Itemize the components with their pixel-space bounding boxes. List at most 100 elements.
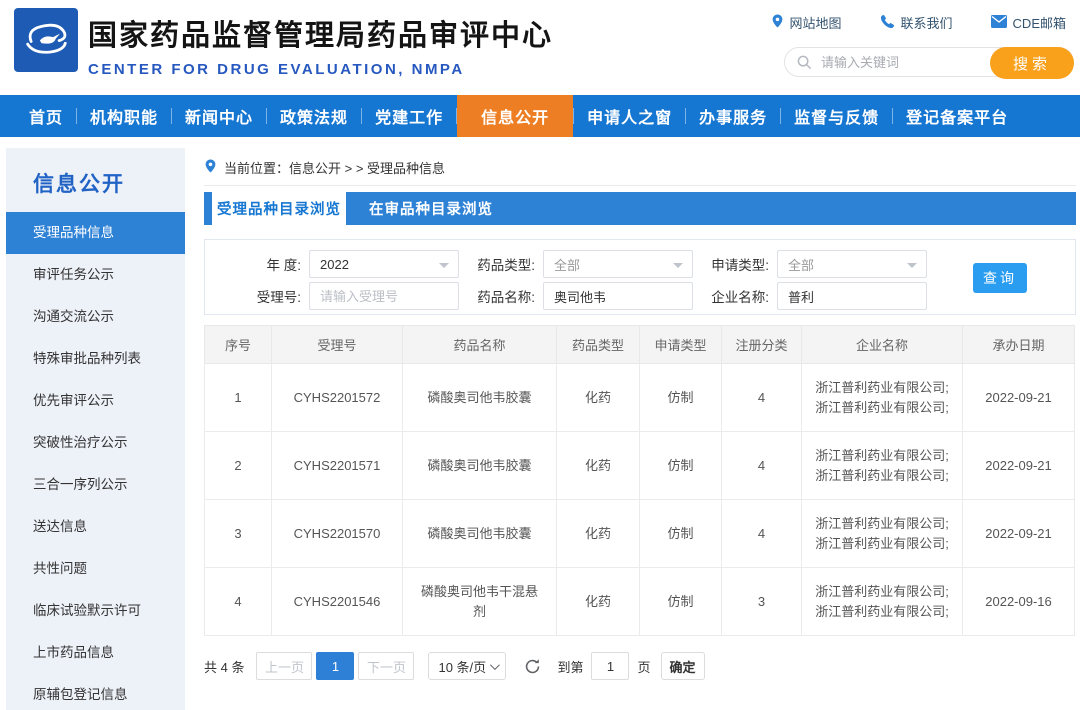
- sidebar-item-common-issues[interactable]: 共性问题: [6, 548, 185, 590]
- nav-item-applicant-window[interactable]: 申请人之窗: [574, 95, 685, 137]
- col-header-registration-class: 注册分类: [722, 326, 802, 364]
- cell-company: 浙江普利药业有限公司;浙江普利药业有限公司;: [802, 500, 963, 568]
- breadcrumb-divider: [204, 185, 1076, 186]
- cell-date: 2022-09-21: [963, 364, 1075, 432]
- cell-drug-name: 磷酸奥司他韦胶囊: [403, 364, 557, 432]
- nav-item-home[interactable]: 首页: [16, 95, 76, 137]
- drug-type-select[interactable]: 全部: [543, 250, 693, 278]
- cell-drug-name: 磷酸奥司他韦胶囊: [403, 432, 557, 500]
- cell-acceptance-no: CYHS2201572: [272, 364, 403, 432]
- prev-page-button[interactable]: 上一页: [256, 652, 312, 680]
- goto-page-label: 到第: [557, 657, 583, 676]
- sidebar-item-api-excipient-registration[interactable]: 原辅包登记信息: [6, 674, 185, 710]
- nav-item-party[interactable]: 党建工作: [362, 95, 456, 137]
- sidebar-item-breakthrough-therapy[interactable]: 突破性治疗公示: [6, 422, 185, 464]
- cell-drug-type: 化药: [557, 568, 640, 636]
- tab-accepted-catalog[interactable]: 受理品种目录浏览: [212, 192, 346, 225]
- refresh-icon[interactable]: [524, 658, 541, 675]
- cell-acceptance-no: CYHS2201546: [272, 568, 403, 636]
- col-header-index: 序号: [205, 326, 272, 364]
- drug-name-input[interactable]: [554, 289, 682, 304]
- contact-link[interactable]: 联系我们: [880, 13, 953, 32]
- company-field: [777, 282, 927, 310]
- total-count: 共 4 条: [204, 657, 244, 676]
- phone-icon: [880, 14, 895, 32]
- site-title-block: 国家药品监督管理局药品审评中心 CENTER FOR DRUG EVALUATI…: [88, 12, 553, 78]
- sidebar-item-delivery-info[interactable]: 送达信息: [6, 506, 185, 548]
- site-subtitle: CENTER FOR DRUG EVALUATION, NMPA: [88, 61, 553, 78]
- sitemap-label: 网站地图: [790, 13, 842, 32]
- cell-company: 浙江普利药业有限公司;浙江普利药业有限公司;: [802, 364, 963, 432]
- col-header-date: 承办日期: [963, 326, 1075, 364]
- nav-item-functions[interactable]: 机构职能: [77, 95, 171, 137]
- mailbox-label: CDE邮箱: [1013, 13, 1066, 32]
- chevron-down-icon: [673, 263, 683, 268]
- sidebar-title: 信息公开: [6, 148, 185, 212]
- site-header: 国家药品监督管理局药品审评中心 CENTER FOR DRUG EVALUATI…: [0, 0, 1080, 95]
- table-header-row: 序号 受理号 药品名称 药品类型 申请类型 注册分类 企业名称 承办日期: [205, 326, 1075, 364]
- chevron-down-icon: [907, 263, 917, 268]
- mailbox-link[interactable]: CDE邮箱: [991, 13, 1066, 32]
- drug-type-label: 药品类型:: [465, 254, 535, 274]
- main-content: 当前位置：信息公开 > > 受理品种信息 受理品种目录浏览 在审品种目录浏览 年…: [204, 148, 1076, 680]
- breadcrumb: 当前位置：信息公开 > > 受理品种信息: [204, 148, 1076, 177]
- sidebar-item-three-in-one[interactable]: 三合一序列公示: [6, 464, 185, 506]
- nav-item-registration-platform[interactable]: 登记备案平台: [893, 95, 1021, 137]
- confirm-button[interactable]: 确定: [661, 652, 705, 680]
- drug-name-field: [543, 282, 693, 310]
- cell-registration-class: 3: [722, 568, 802, 636]
- cell-drug-type: 化药: [557, 364, 640, 432]
- table-row: 3 CYHS2201570 磷酸奥司他韦胶囊 化药 仿制 4 浙江普利药业有限公…: [205, 500, 1075, 568]
- year-select[interactable]: 2022: [309, 250, 459, 278]
- company-input[interactable]: [788, 289, 916, 304]
- drug-name-label: 药品名称:: [465, 286, 535, 306]
- chevron-down-icon: [490, 660, 500, 670]
- page-number-1[interactable]: 1: [316, 652, 354, 680]
- nav-item-services[interactable]: 办事服务: [686, 95, 780, 137]
- tab-under-review-catalog[interactable]: 在审品种目录浏览: [346, 192, 516, 225]
- nav-item-info-disclosure[interactable]: 信息公开: [457, 95, 573, 137]
- sidebar-item-marketed-drugs[interactable]: 上市药品信息: [6, 632, 185, 674]
- sidebar: 信息公开 受理品种信息 审评任务公示 沟通交流公示 特殊审批品种列表 优先审评公…: [6, 148, 185, 710]
- page-size-select[interactable]: 10 条/页: [428, 652, 506, 680]
- acceptance-no-input[interactable]: [320, 289, 448, 304]
- cell-apply-type: 仿制: [640, 432, 722, 500]
- next-page-button[interactable]: 下一页: [358, 652, 414, 680]
- acceptance-no-field: [309, 282, 459, 310]
- sidebar-item-review-tasks[interactable]: 审评任务公示: [6, 254, 185, 296]
- nav-item-news[interactable]: 新闻中心: [172, 95, 266, 137]
- apply-type-select[interactable]: 全部: [777, 250, 927, 278]
- search-button[interactable]: 搜索: [990, 47, 1074, 79]
- cell-date: 2022-09-21: [963, 500, 1075, 568]
- sitemap-link[interactable]: 网站地图: [771, 13, 842, 32]
- chevron-down-icon: [439, 263, 449, 268]
- query-button[interactable]: 查询: [973, 263, 1027, 293]
- location-pin-icon: [204, 158, 217, 177]
- goto-page-input[interactable]: [591, 652, 629, 680]
- drug-type-value: 全部: [554, 255, 580, 274]
- cell-date: 2022-09-16: [963, 568, 1075, 636]
- nav-item-supervision[interactable]: 监督与反馈: [781, 95, 892, 137]
- cell-company: 浙江普利药业有限公司;浙江普利药业有限公司;: [802, 432, 963, 500]
- breadcrumb-text: 当前位置：信息公开 > > 受理品种信息: [224, 158, 445, 177]
- site-title: 国家药品监督管理局药品审评中心: [88, 12, 553, 54]
- search-input[interactable]: [821, 48, 981, 76]
- sidebar-item-accepted-varieties[interactable]: 受理品种信息: [6, 212, 185, 254]
- sidebar-item-special-approval[interactable]: 特殊审批品种列表: [6, 338, 185, 380]
- sidebar-item-priority-review[interactable]: 优先审评公示: [6, 380, 185, 422]
- cell-apply-type: 仿制: [640, 568, 722, 636]
- cell-drug-name: 磷酸奥司他韦胶囊: [403, 500, 557, 568]
- sidebar-item-clinical-trial-implied-license[interactable]: 临床试验默示许可: [6, 590, 185, 632]
- col-header-apply-type: 申请类型: [640, 326, 722, 364]
- cell-acceptance-no: CYHS2201571: [272, 432, 403, 500]
- col-header-company: 企业名称: [802, 326, 963, 364]
- cell-company: 浙江普利药业有限公司;浙江普利药业有限公司;: [802, 568, 963, 636]
- year-value: 2022: [320, 257, 349, 272]
- cell-drug-type: 化药: [557, 432, 640, 500]
- apply-type-label: 申请类型:: [699, 254, 769, 274]
- sidebar-item-communication[interactable]: 沟通交流公示: [6, 296, 185, 338]
- apply-type-value: 全部: [788, 255, 814, 274]
- nav-item-policies[interactable]: 政策法规: [267, 95, 361, 137]
- cell-index: 4: [205, 568, 272, 636]
- table-row: 4 CYHS2201546 磷酸奥司他韦干混悬剂 化药 仿制 3 浙江普利药业有…: [205, 568, 1075, 636]
